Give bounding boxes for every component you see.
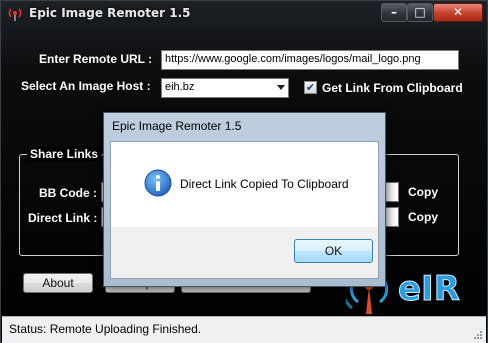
- direct-link-label: Direct Link :: [28, 211, 98, 225]
- close-button[interactable]: ✕: [433, 3, 483, 22]
- host-label: Select An Image Host :: [21, 79, 151, 93]
- clipboard-label[interactable]: Get Link From Clipboard: [322, 81, 463, 95]
- window-title: Epic Image Remoter 1.5: [29, 6, 191, 20]
- dialog-content: Direct Link Copied To Clipboard: [111, 142, 378, 227]
- dialog-title: Epic Image Remoter 1.5: [112, 119, 242, 133]
- status-bar: Status: Remote Uploading Finished.: [2, 316, 486, 343]
- info-icon: [144, 169, 172, 197]
- ok-button[interactable]: OK: [294, 239, 373, 263]
- about-button[interactable]: About: [23, 273, 93, 293]
- dialog-body: Direct Link Copied To Clipboard OK: [110, 141, 379, 279]
- url-label: Enter Remote URL :: [39, 52, 153, 66]
- bbcode-copy-button[interactable]: Copy: [401, 185, 445, 201]
- message-dialog: Epic Image Remoter 1.5 Direct Link Copie…: [103, 112, 386, 287]
- dialog-message: Direct Link Copied To Clipboard: [180, 177, 349, 191]
- resize-grip-icon[interactable]: [473, 330, 483, 340]
- antenna-icon: [8, 8, 22, 21]
- host-select[interactable]: eih.bz: [161, 78, 289, 98]
- logo-text: eIR: [398, 269, 460, 309]
- status-text: Status: Remote Uploading Finished.: [9, 322, 202, 336]
- clipboard-checkbox[interactable]: ✔: [304, 81, 317, 94]
- title-bar[interactable]: Epic Image Remoter 1.5 – □ ✕: [1, 1, 487, 27]
- chevron-down-icon: [277, 85, 285, 90]
- url-input[interactable]: https://www.google.com/images/logos/mail…: [161, 50, 459, 70]
- bbcode-label: BB Code :: [39, 186, 97, 200]
- minimize-button[interactable]: –: [381, 3, 407, 22]
- maximize-button[interactable]: □: [407, 3, 433, 22]
- direct-link-copy-button[interactable]: Copy: [401, 210, 445, 226]
- host-select-value: eih.bz: [165, 81, 195, 93]
- share-links-title: Share Links -: [27, 147, 109, 161]
